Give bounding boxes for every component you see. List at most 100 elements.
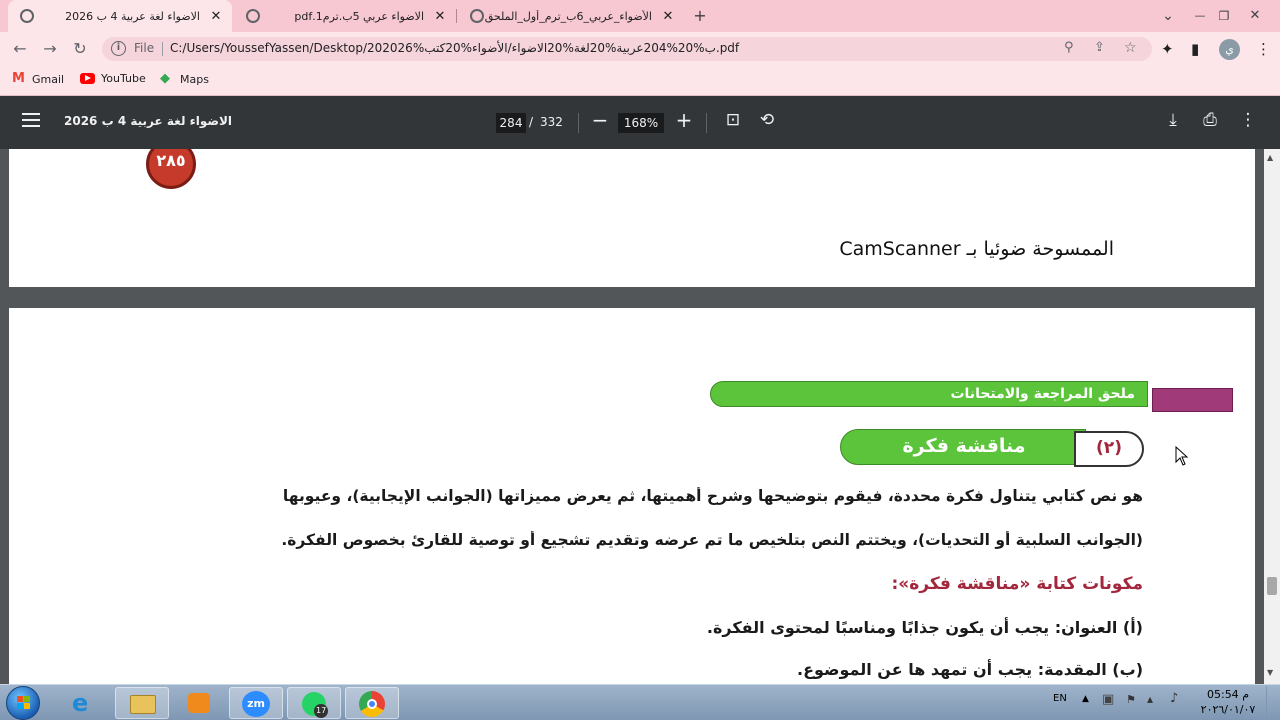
network-error-icon[interactable]: ▣ [1102,692,1114,707]
pdf-more-menu-icon[interactable]: ⋮ [1237,110,1259,130]
bookmark-gmail[interactable]: M Gmail [12,72,64,86]
start-button[interactable] [6,686,40,720]
pdf-title: الاضواء لغة عربية 4 ب 2026 [64,114,233,128]
media-player-icon [188,693,210,713]
bookmarks-bar: M Gmail YouTube ◆ Maps [0,66,1280,96]
page-number-badge: ٢٨٥ [156,151,186,170]
signal-icon[interactable]: ▴ [1147,692,1153,706]
globe-icon [246,9,260,23]
taskbar-internet-explorer[interactable]: e [57,687,111,719]
new-tab-button[interactable]: + [690,6,710,26]
notification-flag-icon[interactable]: ⚑ [1126,693,1136,706]
tab-title: الاضواء لغة عربية 4 ب 2026 [65,9,200,23]
scrollbar-thumb[interactable] [1267,577,1277,595]
page-separator: / [529,115,534,129]
tab-title: الاضواء عربي 5ب.ترم1.pdf [294,9,424,23]
pdf-page-current: ملحق المراجعة والامتحانات (٢) مناقشة فكر… [9,308,1255,684]
address-url[interactable]: C:/Users/YoussefYassen/Desktop/202026%ب%… [170,41,739,55]
volume-icon[interactable]: ♪ [1170,691,1178,706]
tab-divider [456,9,457,23]
tab-2[interactable]: الاضواء عربي 5ب.ترم1.pdf ✕ [234,0,456,32]
address-bar[interactable]: i File C:/Users/YoussefYassen/Desktop/20… [102,37,1152,61]
tab-active[interactable]: الاضواء لغة عربية 4 ب 2026 ✕ [8,0,232,32]
share-icon[interactable]: ⇪ [1094,40,1105,55]
scanner-caption: الممسوحة ضوئيا بـ CamScanner [839,238,1114,260]
tab-strip: الاضواء لغة عربية 4 ب 2026 ✕ الاضواء عرب… [0,0,1280,32]
hamburger-menu-icon[interactable] [22,113,40,127]
components-heading: مكونات كتابة «مناقشة فكرة»: [891,574,1143,594]
rotate-icon[interactable]: ⟲ [756,110,778,130]
tab-close-icon[interactable]: ✕ [208,9,224,24]
minimize-button[interactable]: — [1190,6,1210,26]
zoom-app-icon: zm [242,691,270,717]
zoom-in-icon[interactable]: + [673,108,695,132]
pdf-toolbar: الاضواء لغة عربية 4 ب 2026 284 / 332 − 1… [0,96,1280,149]
info-icon[interactable]: i [111,41,126,56]
browser-menu-icon[interactable]: ⋮ [1256,40,1271,58]
profile-avatar[interactable]: ي [1219,39,1240,60]
bookmark-label: Maps [180,72,209,86]
tab-search-chevron-icon[interactable]: ⌄ [1158,6,1178,26]
taskbar-chrome[interactable] [345,687,399,719]
component-item-a: (أ) العنوان: يجب أن يكون جذابًا ومناسبًا… [706,618,1143,637]
whatsapp-badge: 17 [314,704,329,718]
taskbar-file-explorer[interactable] [115,687,169,719]
maps-pin-icon: ◆ [160,71,170,86]
download-icon[interactable]: ⤓ [1162,110,1184,130]
back-arrow-icon[interactable]: ← [10,39,30,59]
show-desktop-button[interactable] [1266,686,1278,718]
fit-page-icon[interactable]: ⊡ [722,110,744,130]
mouse-cursor-icon [1175,446,1189,466]
scroll-down-arrow-icon[interactable]: ▼ [1267,668,1273,677]
language-indicator[interactable]: EN [1053,693,1067,704]
youtube-icon [80,73,95,84]
bookmark-label: Gmail [32,72,65,86]
total-pages: 332 [540,115,563,129]
bookmark-maps[interactable]: ◆ Maps [160,72,209,86]
tray-expand-icon[interactable]: ▲ [1082,694,1089,704]
extensions-puzzle-icon[interactable]: ✦ [1161,40,1174,58]
taskbar-whatsapp[interactable]: 17 [287,687,341,719]
pdf-page-previous: ٢٨٥ الممسوحة ضوئيا بـ CamScanner [9,149,1255,287]
component-item-b: (ب) المقدمة: يجب أن تمهد ها عن الموضوع. [796,660,1143,679]
paragraph-line-2: (الجوانب السلبية أو التحديات)، ويختتم ال… [281,531,1143,549]
zoom-level-input[interactable]: 168% [618,113,664,133]
toolbar-divider [578,113,579,133]
zoom-magnifier-icon[interactable]: ⚲ [1064,40,1074,55]
reload-icon[interactable]: ↻ [70,39,90,59]
scroll-up-arrow-icon[interactable]: ▲ [1267,153,1273,162]
restore-button[interactable]: ❐ [1214,6,1234,26]
forward-arrow-icon[interactable]: → [40,39,60,59]
tab-3[interactable]: الأضواء_عربي_6ب_ترم_أول_الملحق بداخ ✕ [458,0,684,32]
toolbar-divider [706,113,707,133]
paragraph-line-1: هو نص كتابي يتناول فكرة محددة، فيقوم بتو… [282,487,1143,505]
address-divider [162,42,163,56]
close-window-button[interactable]: ✕ [1245,6,1265,26]
globe-icon [20,9,34,23]
section-number: (٢) [1096,438,1122,458]
taskbar-media-player[interactable] [172,687,226,719]
folder-icon [130,695,156,714]
vertical-scrollbar[interactable]: ▲ ▼ [1264,149,1280,684]
pdf-viewer-area[interactable]: ٢٨٥ الممسوحة ضوئيا بـ CamScanner ملحق ال… [0,149,1264,684]
address-scheme: File [134,41,155,55]
bookmark-label: YouTube [101,72,146,85]
page-number-input[interactable]: 284 [496,113,526,133]
taskbar-zoom[interactable]: zm [229,687,283,719]
side-panel-icon[interactable]: ▮ [1191,40,1199,58]
section-title: مناقشة فكرة [902,435,1026,457]
bookmark-star-icon[interactable]: ☆ [1124,40,1137,56]
zoom-out-icon[interactable]: − [589,108,611,132]
internet-explorer-icon: e [72,689,89,717]
header-banner-text: ملحق المراجعة والامتحانات [950,386,1135,402]
windows-taskbar: e zm 17 EN ▲ ▣ ⚑ ▴ ♪ [0,684,1280,720]
tab-title: الأضواء_عربي_6ب_ترم_أول_الملحق بداخ [484,9,652,23]
clock-date: ٢٠٢٦/٠١/٠٧ [1200,703,1256,716]
print-icon[interactable]: ⎙ [1199,110,1221,130]
globe-icon [470,9,484,23]
bookmark-youtube[interactable]: YouTube [80,72,146,85]
clock-time: 05:54 م [1206,688,1249,701]
system-clock[interactable]: 05:54 م ٢٠٢٦/٠١/٠٧ [1196,687,1260,717]
tab-close-icon[interactable]: ✕ [660,9,676,24]
tab-close-icon[interactable]: ✕ [432,9,448,24]
